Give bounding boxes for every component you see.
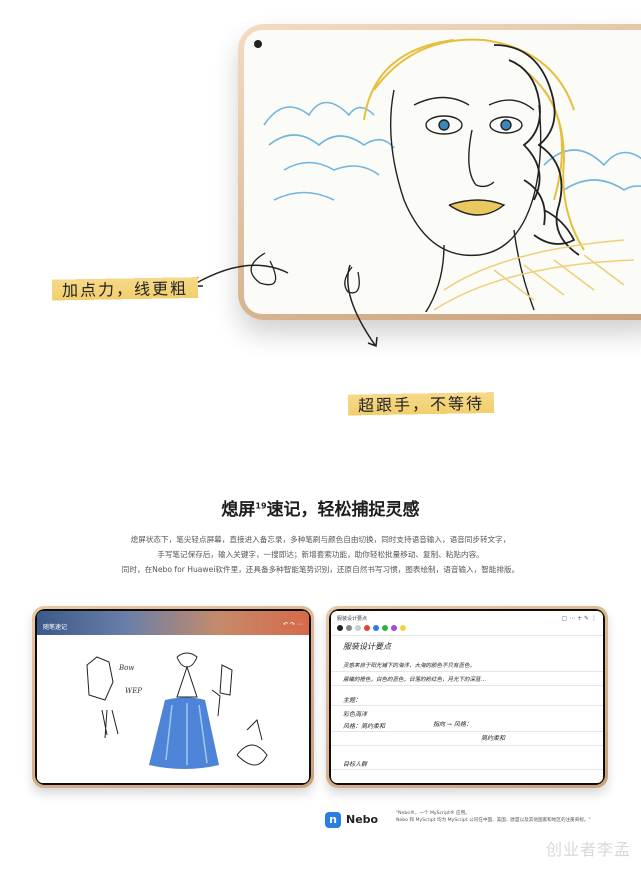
nebo-pen-palette[interactable] bbox=[337, 625, 406, 631]
nebo-doc-title: 服装设计要点 bbox=[337, 616, 368, 622]
callout-follow: 超跟手，不等待 bbox=[347, 385, 495, 421]
color-light[interactable] bbox=[355, 625, 361, 631]
color-red[interactable] bbox=[364, 625, 370, 631]
nebo-line-4: 主题： bbox=[343, 697, 362, 704]
tablet-nebo: 服装设计要点 ▢ ⋯ + ✎ ⋮ 服装设计要点 灵感来自于阳光铺下的海洋，大海的… bbox=[326, 606, 608, 788]
color-purple[interactable] bbox=[391, 625, 397, 631]
tablet-memo: 随笔速记 ↶ ↷ ⋯ Bow WEP bbox=[32, 606, 314, 788]
color-black[interactable] bbox=[337, 625, 343, 631]
memo-canvas[interactable]: Bow WEP bbox=[37, 635, 309, 783]
memo-toolbar-icons[interactable]: ↶ ↷ ⋯ bbox=[283, 621, 303, 628]
nebo-line-3: 晨曦的橙色，白色的蓝色，日落的粉红色，月光下的深蓝… bbox=[343, 677, 487, 683]
nebo-brand: Nebo bbox=[346, 813, 379, 826]
memo-screen: 随笔速记 ↶ ↷ ⋯ Bow WEP bbox=[37, 611, 309, 783]
section-desc-line-1: 熄屏状态下，笔尖轻点屏幕，直接进入备忘录，多种笔刷与颜色自由切换，同时支持语音输… bbox=[130, 535, 511, 544]
nebo-trademark-note: "Nebo®，一个 MyScript® 应用。 Nebo 和 MyScript … bbox=[396, 811, 591, 823]
sketch-note-2: WEP bbox=[125, 687, 142, 695]
color-gray[interactable] bbox=[346, 625, 352, 631]
nebo-top-actions[interactable]: ▢ ⋯ + ✎ ⋮ bbox=[562, 615, 597, 622]
fashion-sketch: Bow WEP bbox=[86, 652, 268, 769]
nebo-line-8: 简约柔和 bbox=[481, 735, 506, 742]
memo-title: 随笔速记 bbox=[43, 624, 68, 631]
footnote-marker: 19 bbox=[255, 501, 267, 511]
callout-pressure: 加点力，线更粗 bbox=[51, 270, 199, 306]
callout-arrows bbox=[190, 252, 378, 348]
nebo-line-6: 风格：简约柔和 bbox=[343, 723, 386, 730]
watermark: 创业者李孟 bbox=[545, 840, 631, 859]
section-desc-line-3: 同时，在Nebo for Huawei软件里，还具备多种智能笔势识别，还原自然书… bbox=[121, 565, 520, 574]
color-yellow[interactable] bbox=[400, 625, 406, 631]
nebo-screen: 服装设计要点 ▢ ⋯ + ✎ ⋮ 服装设计要点 灵感来自于阳光铺下的海洋，大海的… bbox=[331, 611, 603, 783]
color-blue[interactable] bbox=[373, 625, 379, 631]
nebo-line-5: 彩色海洋 bbox=[343, 711, 368, 718]
color-green[interactable] bbox=[382, 625, 388, 631]
nebo-line-7: 指向 → 风格： bbox=[433, 721, 472, 728]
sketch-note-1: Bow bbox=[118, 664, 134, 672]
nebo-logo-icon: n bbox=[325, 812, 341, 828]
front-camera bbox=[254, 40, 262, 48]
section-title: 熄屏19速记，轻松捕捉灵感 bbox=[221, 500, 420, 520]
nebo-line-9: 目标人群 bbox=[343, 761, 368, 768]
nebo-line-2: 灵感来自于阳光铺下的海洋，大海的颜色不只有蓝色， bbox=[343, 663, 476, 669]
section-desc-line-2: 手写笔记保存后，输入关键字，一搜即达；新增套索功能，助你轻松批量移动、复制、粘贴… bbox=[157, 550, 484, 559]
nebo-line-1: 服装设计要点 bbox=[343, 642, 391, 651]
